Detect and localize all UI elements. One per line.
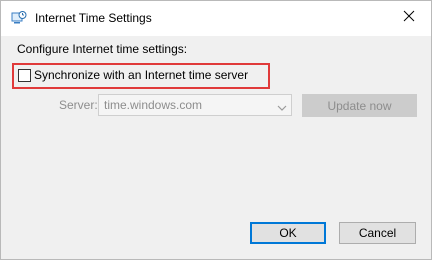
internet-time-icon [11, 10, 27, 26]
sync-option[interactable]: Synchronize with an Internet time server [18, 68, 248, 82]
close-icon [403, 9, 415, 27]
server-value: time.windows.com [104, 98, 203, 112]
server-dropdown[interactable]: time.windows.com [98, 94, 292, 116]
update-now-button[interactable]: Update now [302, 94, 417, 117]
close-button[interactable] [387, 1, 431, 34]
sync-checkbox[interactable] [18, 68, 31, 82]
ok-button[interactable]: OK [250, 222, 326, 244]
chevron-down-icon[interactable] [277, 100, 287, 111]
title-bar: Internet Time Settings [1, 1, 431, 36]
sync-checkbox-label[interactable]: Synchronize with an Internet time server [34, 68, 248, 82]
internet-time-settings-dialog: Internet Time Settings Configure Interne… [0, 0, 432, 260]
server-label: Server: [59, 98, 98, 112]
window-title: Internet Time Settings [35, 11, 152, 25]
cancel-button[interactable]: Cancel [339, 222, 416, 244]
configure-label: Configure Internet time settings: [17, 42, 188, 56]
